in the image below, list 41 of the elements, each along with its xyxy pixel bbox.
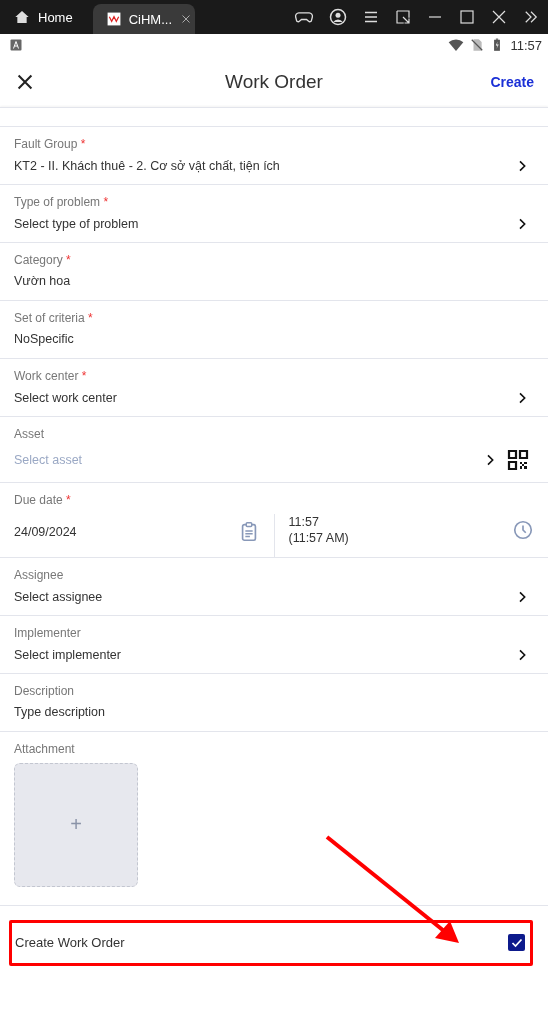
time-value: 11:57 (11:57 AM) (288, 514, 350, 547)
field-label: Asset (14, 427, 45, 441)
app-logo-icon (106, 12, 121, 26)
qr-code-icon[interactable] (506, 448, 530, 472)
no-sim-icon (470, 38, 485, 52)
field-label: Work center * (14, 369, 88, 383)
date-value: 24/09/2024 (14, 525, 78, 540)
field-value[interactable]: Select work center (14, 391, 506, 405)
wifi-icon (448, 37, 465, 53)
field-label: Implementer (14, 625, 82, 640)
field-label: Attachment (14, 741, 76, 756)
field-value[interactable]: Select type of problem (14, 217, 506, 231)
clock-icon[interactable] (512, 519, 534, 542)
house-icon (14, 9, 30, 25)
field-label: Due date * (14, 493, 72, 507)
status-time: 11:57 (510, 37, 542, 53)
keyboard-a-icon (10, 39, 22, 51)
field-label: Set of criteria * (14, 311, 94, 325)
checkmark-icon (510, 936, 523, 949)
screen-title: Work Order (225, 70, 323, 93)
field-value[interactable]: Select implementer (14, 647, 506, 662)
create-button[interactable]: Create (490, 69, 534, 94)
field-label: Category * (14, 253, 72, 267)
maximize-icon[interactable] (458, 8, 476, 26)
close-tab-icon[interactable] (180, 13, 193, 25)
field-label: Description (14, 683, 76, 698)
field-label: Type of problem * (14, 195, 110, 209)
field-value: Vườn hoa (14, 274, 72, 288)
field-value: Type description (14, 704, 107, 719)
user-icon[interactable] (328, 7, 348, 27)
checkbox[interactable] (508, 934, 525, 951)
field-value[interactable]: Select assignee (14, 589, 506, 604)
field-label: Fault Group * (14, 137, 87, 151)
field-value[interactable]: KT2 - II. Khách thuê - 2. Cơ sở vật chất, tiện ích (14, 159, 506, 173)
field-value: NoSpecific (14, 332, 75, 346)
field-label: Assignee (14, 567, 65, 582)
resize-icon[interactable] (394, 8, 412, 26)
checkbox-label: Create Work Order (15, 935, 125, 950)
window-tab[interactable]: Home (0, 0, 87, 34)
close-icon[interactable] (490, 8, 508, 26)
window-tab[interactable]: CiHM... (92, 4, 195, 34)
